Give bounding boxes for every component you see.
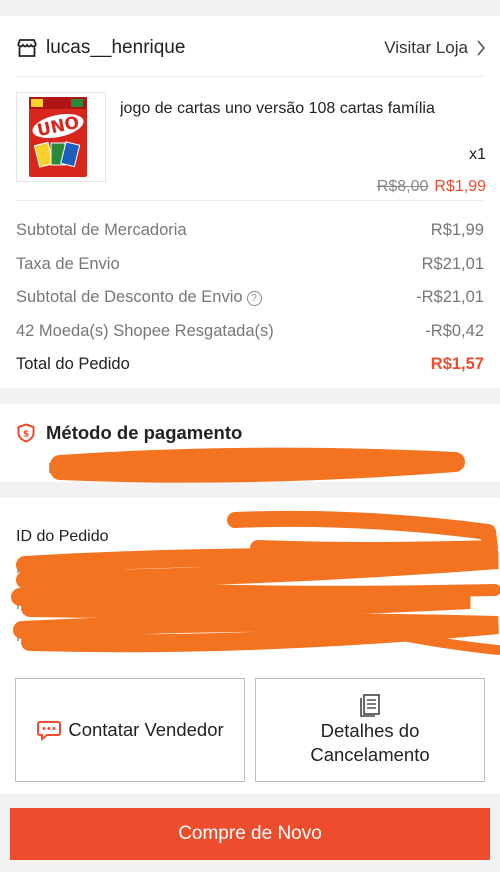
sale-price: R$1,99 [434,178,486,195]
order-payment-time-row: P [16,596,484,613]
divider [16,76,484,77]
help-icon[interactable]: ? [246,291,262,307]
shop-name-label: lucas__henrique [46,37,186,58]
summary-value: R$21,01 [421,254,484,273]
summary-label-with-help: Subtotal de Desconto de Envio? [16,288,262,307]
order-time-label: H [16,560,27,577]
total-value: R$1,57 [430,355,484,374]
summary-label: Subtotal de Mercadoria [16,221,187,240]
summary-row-total: Total do Pedido R$1,57 [16,348,484,382]
order-ship-time-label: P [16,628,27,645]
original-price: R$8,00 [376,178,429,195]
summary-label: Taxa de Envio [16,254,120,273]
order-payment-time-label: P [16,596,27,613]
shield-pay-icon: $ [17,423,35,443]
cancellation-label-line1: Detalhes do [320,720,420,741]
summary-value: R$1,99 [430,221,484,240]
buy-again-label: Compre de Novo [178,823,322,844]
payment-method-card: $ Método de pagamento N [0,404,500,482]
summary-row-coins: 42 Moeda(s) Shopee Resgatada(s) -R$0,42 [16,315,484,349]
payment-method-title: $ Método de pagamento [16,422,242,444]
svg-text:$: $ [23,430,29,440]
divider [16,200,484,201]
summary-row-shipping-discount: Subtotal de Desconto de Envio? -R$21,01 [16,281,484,315]
chat-icon [37,721,62,741]
order-id-label: ID do Pedido [16,528,109,545]
payment-title-label: Método de pagamento [46,422,243,443]
visit-store-label: Visitar Loja [384,38,468,57]
contact-seller-button[interactable]: Contatar Vendedor [15,678,245,782]
order-info-card: ID do Pedido H P P [0,498,500,664]
payment-method-value: N [48,460,59,477]
product-row[interactable]: UNO jogo de cartas uno versão 108 cartas… [16,92,486,200]
summary-value: -R$21,01 [416,288,484,307]
summary-row-shipping: Taxa de Envio R$21,01 [16,248,484,282]
summary-label: Subtotal de Desconto de Envio [16,288,243,307]
action-buttons: Contatar Vendedor Detalhes do Cancelamen… [0,664,500,794]
buy-again-button[interactable]: Compre de Novo [10,808,490,860]
chevron-right-icon [477,40,486,56]
shop-header[interactable]: lucas__henrique Visitar Loja [16,30,486,66]
cancellation-label-line2: Cancelamento [310,744,430,765]
visit-store-link[interactable]: Visitar Loja [384,38,486,58]
product-name[interactable]: jogo de cartas uno versão 108 cartas fam… [120,100,486,118]
summary-value: -R$0,42 [425,321,484,340]
product-quantity: x1 [469,146,486,163]
store-icon [17,39,37,57]
cancellation-details-button[interactable]: Detalhes do Cancelamento [255,678,485,782]
summary-row-subtotal: Subtotal de Mercadoria R$1,99 [16,214,484,248]
order-summary: Subtotal de Mercadoria R$1,99 Taxa de En… [16,214,484,382]
order-time-row: H [16,560,484,577]
summary-label: 42 Moeda(s) Shopee Resgatada(s) [16,321,274,340]
order-item-card: lucas__henrique Visitar Loja UNO jogo de… [0,16,500,388]
total-label: Total do Pedido [16,355,130,374]
uno-box-image: UNO [29,97,87,177]
contact-seller-label: Contatar Vendedor [68,719,224,740]
product-thumbnail[interactable]: UNO [16,92,106,182]
shop-name[interactable]: lucas__henrique [16,37,185,59]
order-ship-time-row: P [16,628,484,645]
product-prices: R$8,00 R$1,99 [377,178,486,196]
document-icon [360,694,380,717]
order-id-row: ID do Pedido [16,528,484,546]
